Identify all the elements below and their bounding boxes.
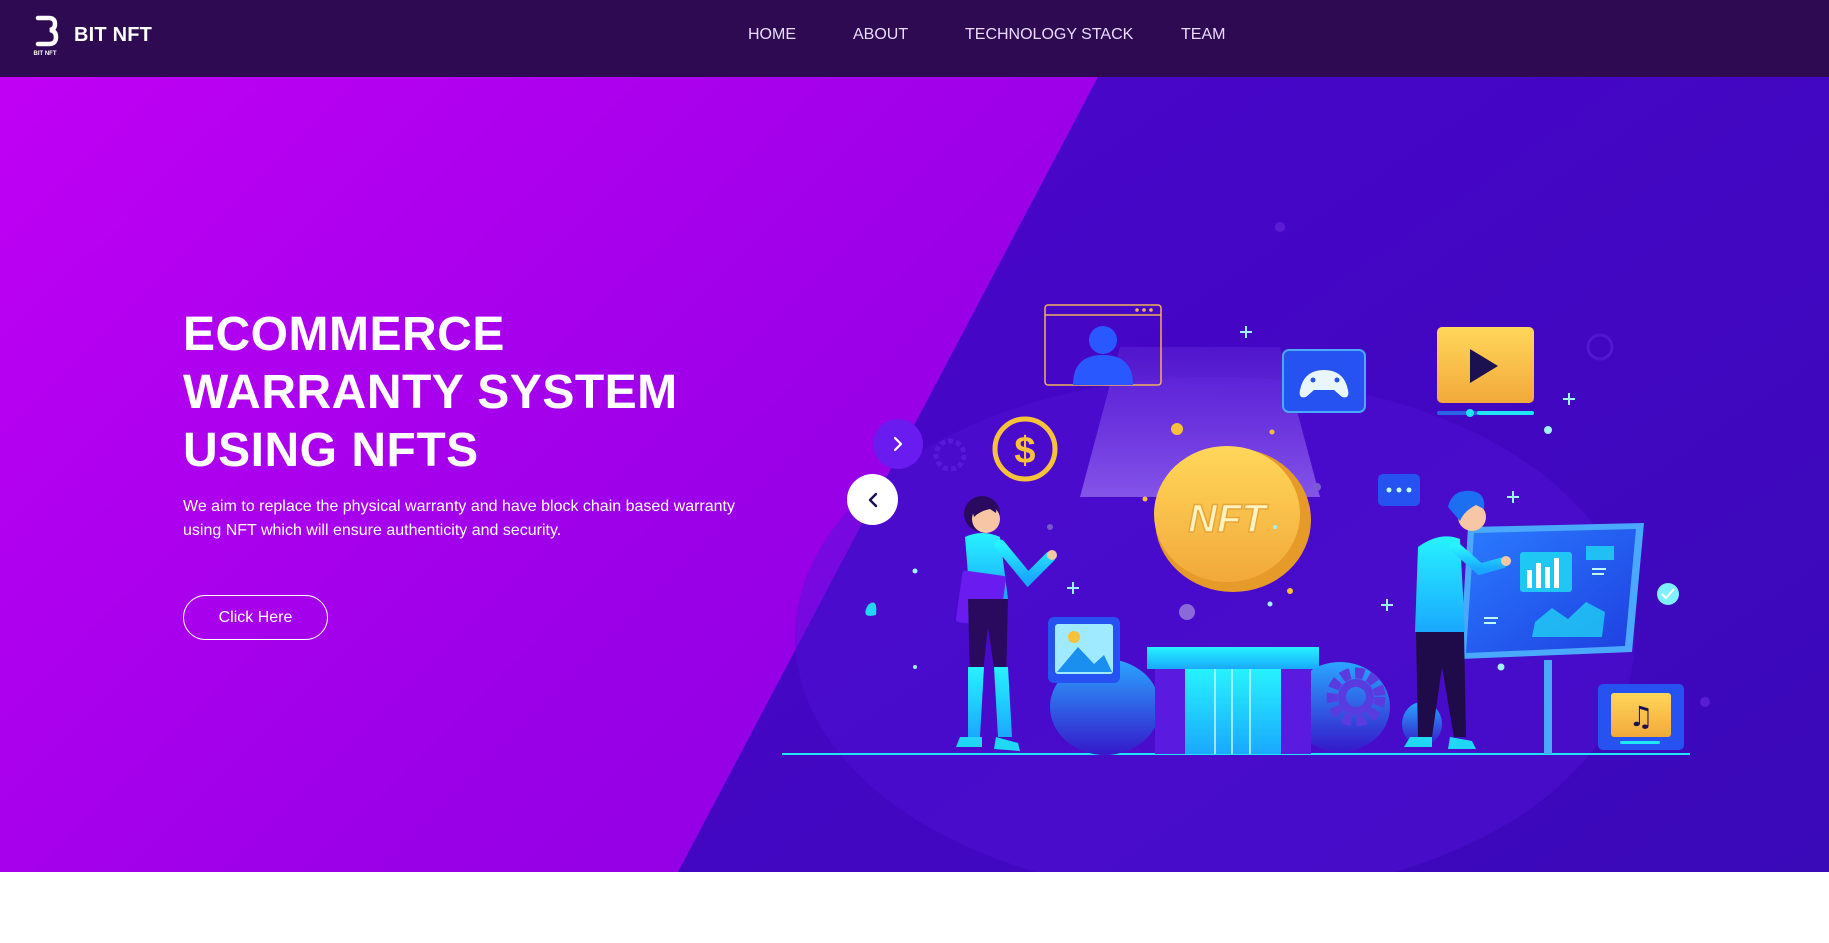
gamepad-icon — [1282, 349, 1366, 413]
hero-section: ECOMMERCE WARRANTY SYSTEM USING NFTS We … — [0, 77, 1829, 872]
pedestal-top — [1147, 647, 1319, 669]
music-note-icon: ♫ — [1598, 684, 1684, 750]
chevron-left-icon — [868, 492, 877, 507]
click-here-button[interactable]: Click Here — [183, 595, 328, 640]
chevron-right-icon — [893, 436, 903, 452]
top-navbar: BIT NFT BIT NFT HOME ABOUT TECHNOLOGY ST… — [0, 0, 1829, 77]
hero-title: ECOMMERCE WARRANTY SYSTEM USING NFTS — [183, 306, 803, 480]
hero-title-line-1: ECOMMERCE — [183, 308, 505, 361]
nft-illustration: NFT $ ♫ — [782, 304, 1690, 755]
nft-coin-label: NFT — [1188, 497, 1269, 541]
check-badge-icon — [1657, 583, 1679, 605]
carousel-prev-button[interactable] — [847, 474, 898, 525]
bitnft-logo-icon[interactable]: BIT NFT — [30, 15, 60, 57]
nav-team[interactable]: TEAM — [1181, 26, 1225, 44]
logo-caption: BIT NFT — [34, 51, 57, 57]
image-frame-icon — [1048, 617, 1120, 683]
dollar-symbol: $ — [1014, 430, 1035, 472]
nav-home[interactable]: HOME — [748, 26, 796, 44]
carousel-next-button[interactable] — [873, 419, 923, 469]
nav-about[interactable]: ABOUT — [853, 26, 908, 44]
brand-name[interactable]: BIT NFT — [74, 24, 152, 47]
chat-bubble-icon — [1378, 474, 1420, 506]
play-video-icon — [1437, 327, 1534, 417]
person-left-illustration — [955, 496, 1057, 751]
hero-title-line-3: USING NFTS — [183, 424, 479, 477]
pedestal-column — [1185, 669, 1281, 754]
hero-description: We aim to replace the physical warranty … — [183, 498, 735, 539]
svg-text:♫: ♫ — [1628, 700, 1653, 733]
dollar-coin-icon: $ — [992, 416, 1058, 482]
nav-technology-stack[interactable]: TECHNOLOGY STACK — [965, 26, 1133, 44]
hero-title-line-2: WARRANTY SYSTEM — [183, 366, 678, 419]
